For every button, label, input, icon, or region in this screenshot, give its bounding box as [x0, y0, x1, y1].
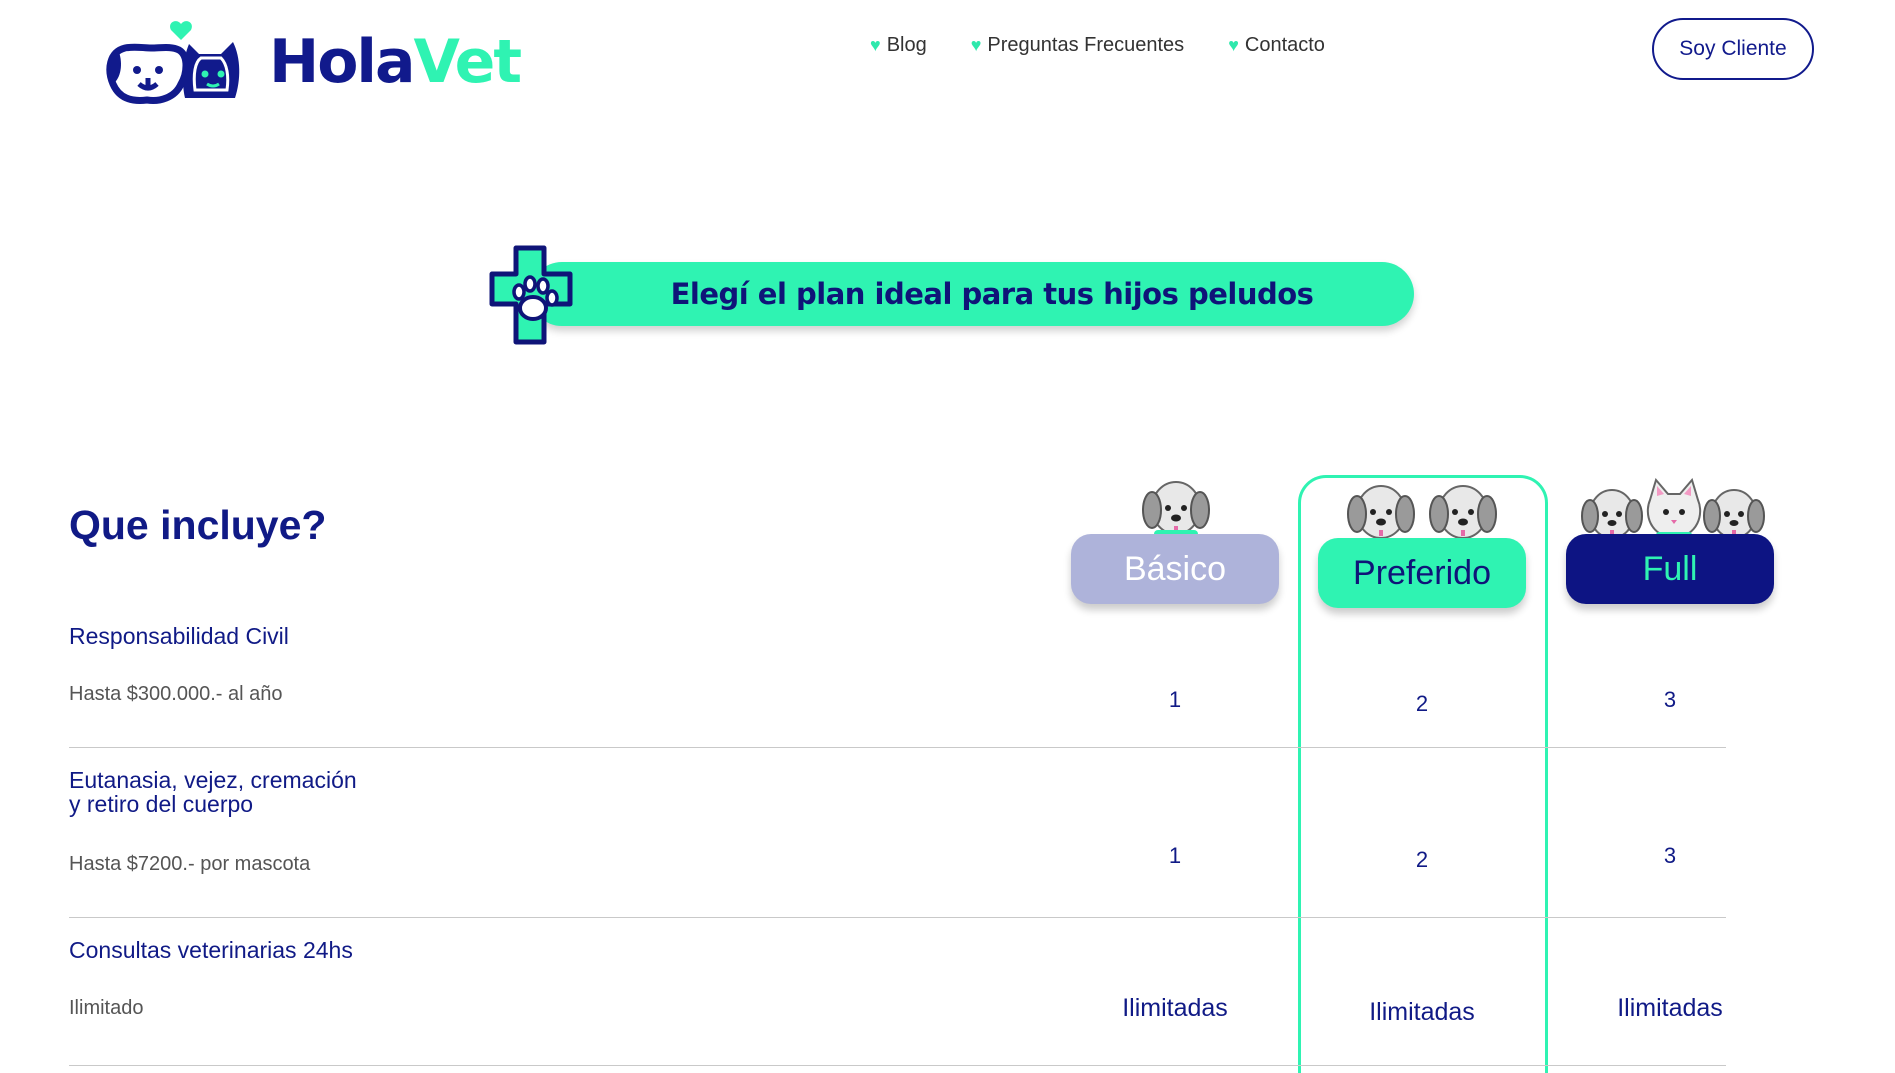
heart-icon: ♥	[970, 35, 982, 55]
main-nav: ♥ Blog ♥ Preguntas Frecuentes ♥ Contacto	[870, 34, 1325, 57]
dog-cat-logo-icon	[106, 21, 240, 104]
nav-item-faq[interactable]: ♥ Preguntas Frecuentes	[971, 34, 1184, 57]
plan-preferido-button[interactable]: Preferido	[1318, 538, 1526, 608]
holavet-logo[interactable]: HolaVet	[103, 18, 522, 106]
feature-desc: Hasta $300.000.- al año	[69, 683, 283, 705]
nav-item-label: Contacto	[1244, 34, 1325, 56]
page: HolaVet ♥ Blog ♥ Preguntas Frecuentes ♥ …	[0, 0, 1895, 1073]
cell-full: Ilimitadas	[1617, 994, 1723, 1022]
feature-desc: Ilimitado	[69, 997, 144, 1019]
nav-item-blog[interactable]: ♥ Blog	[870, 34, 927, 57]
cell-full: 3	[1663, 843, 1677, 868]
feature-title-line: Eutanasia, vejez, cremación	[69, 767, 357, 793]
cell-full: 3	[1663, 687, 1677, 712]
cell-preferido: Ilimitadas	[1369, 998, 1475, 1026]
plan-basico-button[interactable]: Básico	[1071, 534, 1279, 604]
cell-basico: Ilimitadas	[1122, 994, 1228, 1022]
cell-basico: 1	[1168, 843, 1182, 868]
cell-preferido: 2	[1415, 691, 1429, 716]
feature-title: Eutanasia, vejez, cremación y retiro del…	[69, 768, 357, 816]
nav-item-contacto[interactable]: ♥ Contacto	[1228, 34, 1325, 57]
medical-paw-icon	[489, 245, 573, 345]
logo-hola: Hola	[269, 27, 415, 97]
nav-item-label: Blog	[886, 34, 927, 56]
two-dogs-icon	[1347, 485, 1497, 539]
logo-text: HolaVet	[269, 32, 522, 92]
row-divider	[69, 1065, 1726, 1066]
section-title: Que incluye?	[69, 502, 327, 548]
soy-cliente-button[interactable]: Soy Cliente	[1652, 18, 1814, 80]
heart-icon: ♥	[870, 35, 881, 55]
feature-title: Responsabilidad Civil	[69, 623, 289, 649]
feature-title: Consultas veterinarias 24hs	[69, 937, 353, 963]
cell-preferido: 2	[1415, 847, 1429, 872]
logo-vet: Vet	[413, 27, 523, 97]
one-dog-icon	[1142, 481, 1210, 538]
heart-icon: ♥	[1228, 35, 1239, 55]
feature-desc: Hasta $7200.- por mascota	[69, 853, 311, 875]
plan-full-button[interactable]: Full	[1566, 534, 1774, 604]
feature-title-line: y retiro del cuerpo	[69, 791, 254, 817]
cell-basico: 1	[1168, 687, 1182, 712]
plan-banner: Elegí el plan ideal para tus hijos pelud…	[530, 262, 1414, 326]
nav-item-label: Preguntas Frecuentes	[987, 34, 1185, 56]
row-divider	[69, 917, 1726, 918]
row-divider	[69, 747, 1726, 748]
